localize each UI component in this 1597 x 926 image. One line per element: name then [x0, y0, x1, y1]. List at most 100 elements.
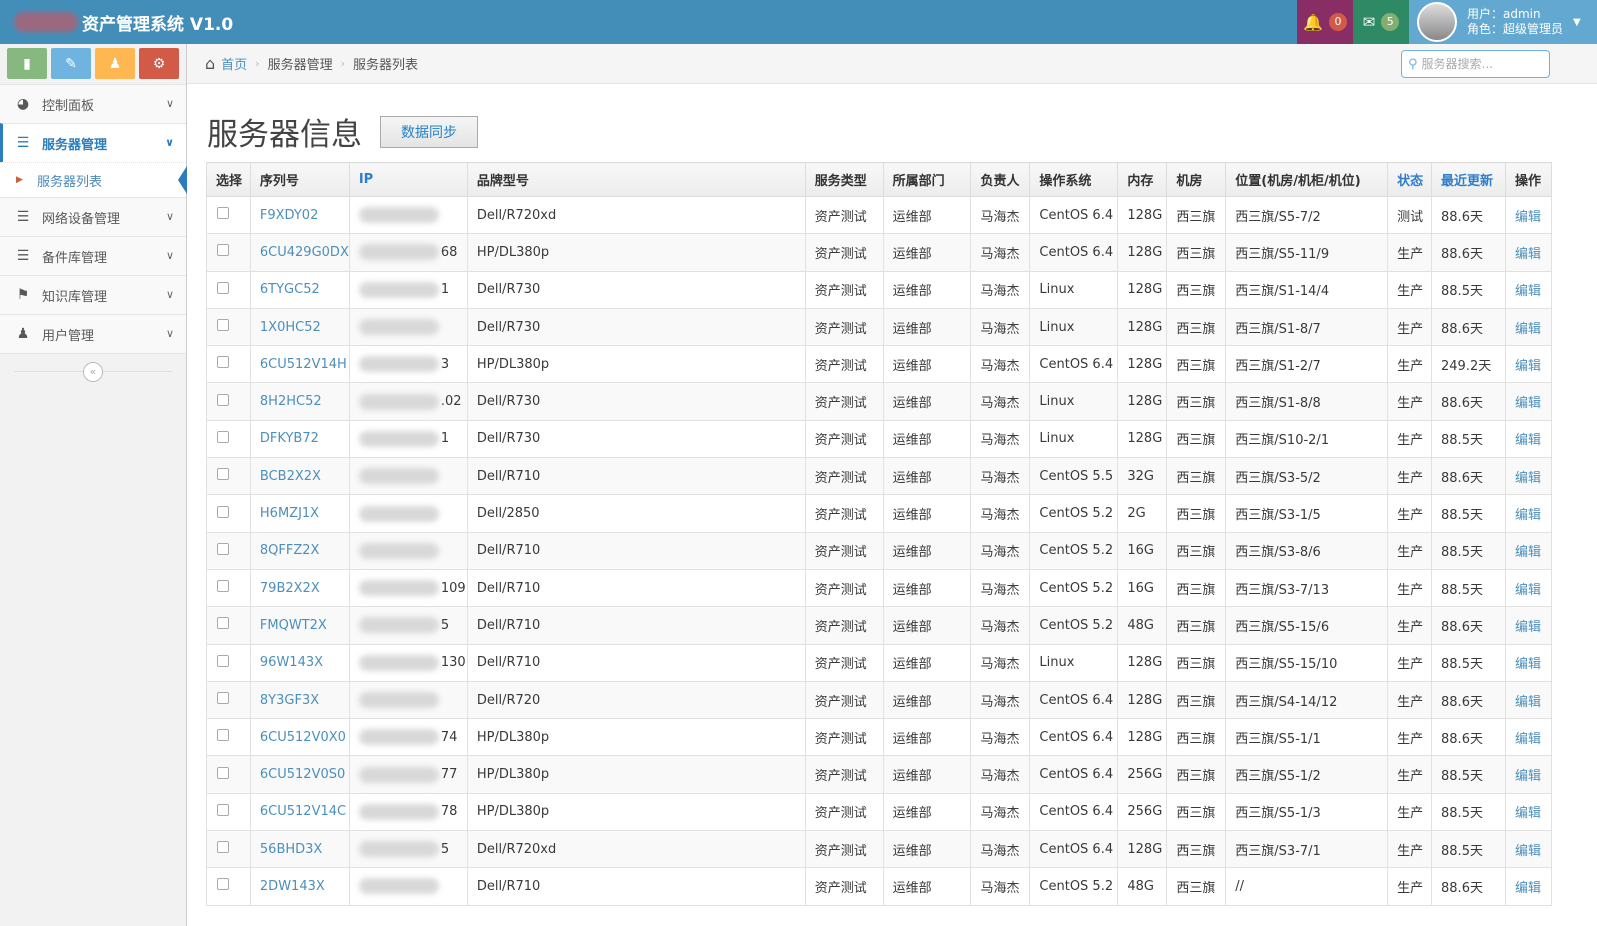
row-checkbox[interactable]	[217, 729, 229, 742]
cell-serial-number[interactable]: F9XDY02	[249, 195, 350, 235]
cell-service-type: 资产测试	[804, 755, 884, 794]
cell-edit-link[interactable]: 编辑	[1504, 680, 1553, 720]
user-menu[interactable]: 用户：admin 角色：超级管理员 ▼	[1409, 0, 1597, 44]
cell-serial-number[interactable]: 6CU512V14C	[249, 792, 350, 832]
data-sync-button[interactable]: 数据同步	[380, 115, 478, 148]
chart-shortcut-button[interactable]: ▮	[7, 48, 47, 79]
server-search-box[interactable]: ⚲	[1401, 50, 1550, 78]
cell-serial-number[interactable]: 56BHD3X	[249, 830, 350, 869]
cell-edit-link[interactable]: 编辑	[1504, 830, 1553, 869]
sidebar-subitem-server-list[interactable]: ▶ 服务器列表	[0, 162, 187, 197]
column-header-last-updated[interactable]: 最近更新	[1431, 162, 1506, 197]
cell-edit-link[interactable]: 编辑	[1504, 419, 1553, 459]
redacted-ip	[358, 468, 439, 485]
cell-edit-link[interactable]: 编辑	[1504, 345, 1553, 384]
cell-serial-number[interactable]: 6CU512V14H	[249, 345, 350, 384]
sidebar-item-label: 备件库管理	[42, 250, 108, 266]
notifications-button[interactable]: 🔔 0	[1297, 0, 1353, 44]
row-checkbox[interactable]	[217, 319, 229, 332]
row-checkbox[interactable]	[217, 803, 229, 816]
cell-serial-number[interactable]: 8H2HC52	[249, 382, 350, 421]
column-header-status[interactable]: 状态	[1387, 162, 1433, 197]
row-checkbox[interactable]	[217, 393, 229, 406]
cell-edit-link[interactable]: 编辑	[1504, 270, 1553, 309]
cell-edit-link[interactable]: 编辑	[1504, 718, 1553, 757]
cell-datacenter: 西三旗	[1166, 867, 1227, 906]
sidebar-item-knowledge-base[interactable]: ⚑ 知识库管理 ∨	[0, 275, 186, 314]
messages-button[interactable]: ✉ 5	[1353, 0, 1409, 44]
cell-serial-number[interactable]: FMQWT2X	[249, 606, 350, 645]
row-checkbox[interactable]	[217, 766, 229, 779]
group-shortcut-button[interactable]: ♟	[95, 48, 135, 79]
row-checkbox[interactable]	[217, 617, 229, 630]
row-checkbox[interactable]	[217, 281, 229, 294]
row-checkbox[interactable]	[217, 841, 229, 854]
breadcrumb: ⌂ 首页 › 服务器管理 › 服务器列表	[187, 44, 1597, 84]
cell-edit-link[interactable]: 编辑	[1504, 195, 1553, 235]
sidebar-item-network-devices[interactable]: ☰ 网络设备管理 ∨	[0, 197, 186, 236]
cell-edit-link[interactable]: 编辑	[1504, 867, 1553, 906]
sidebar-item-dashboard[interactable]: ◕ 控制面板 ∨	[0, 84, 186, 123]
cell-location: 西三旗/S3-5/2	[1225, 457, 1389, 496]
cell-edit-link[interactable]: 编辑	[1504, 792, 1553, 832]
row-checkbox[interactable]	[217, 542, 229, 555]
cell-edit-link[interactable]: 编辑	[1504, 755, 1553, 794]
cell-model: Dell/R720	[466, 680, 806, 720]
cell-serial-number[interactable]: 8Y3GF3X	[249, 680, 350, 720]
row-checkbox[interactable]	[217, 692, 229, 704]
cell-serial-number[interactable]: 6CU512V0S0	[249, 755, 350, 794]
row-checkbox[interactable]	[217, 207, 229, 220]
column-header-ip[interactable]: IP	[348, 162, 468, 197]
cell-serial-number[interactable]: 6TYGC52	[249, 270, 350, 309]
sidebar-item-server-management[interactable]: ☰ 服务器管理 ∨	[0, 123, 186, 162]
cogs-shortcut-button[interactable]: ⚙	[139, 48, 179, 79]
cell-memory: 48G	[1117, 867, 1168, 906]
cell-edit-link[interactable]: 编辑	[1504, 233, 1553, 272]
cell-serial-number[interactable]: 2DW143X	[249, 867, 350, 906]
row-checkbox[interactable]	[217, 430, 229, 443]
cell-edit-link[interactable]: 编辑	[1504, 457, 1553, 496]
cell-serial-number[interactable]: 6CU429G0DX	[249, 233, 350, 272]
row-checkbox[interactable]	[217, 356, 229, 369]
row-checkbox[interactable]	[217, 654, 229, 667]
cell-serial-number[interactable]: 8QFFZ2X	[249, 531, 350, 570]
cell-edit-link[interactable]: 编辑	[1504, 307, 1553, 347]
column-header-os: 操作系统	[1029, 162, 1119, 197]
cell-edit-link[interactable]: 编辑	[1504, 494, 1553, 533]
cell-edit-link[interactable]: 编辑	[1504, 531, 1553, 570]
row-checkbox[interactable]	[217, 878, 229, 891]
notifications-badge: 0	[1328, 13, 1347, 31]
cell-serial-number[interactable]: 1X0HC52	[249, 307, 350, 347]
cell-department: 运维部	[882, 718, 972, 757]
cell-ip-address: 68	[348, 233, 468, 272]
redacted-ip	[358, 356, 439, 373]
cell-datacenter: 西三旗	[1166, 606, 1227, 645]
pencil-shortcut-button[interactable]: ✎	[51, 48, 91, 79]
cell-os: CentOS 6.4	[1029, 830, 1119, 869]
cell-edit-link[interactable]: 编辑	[1504, 382, 1553, 421]
cell-edit-link[interactable]: 编辑	[1504, 606, 1553, 645]
brand[interactable]: 资产管理系统 V1.0	[14, 0, 233, 44]
cell-service-type: 资产测试	[804, 606, 884, 645]
row-checkbox[interactable]	[217, 580, 229, 593]
cell-serial-number[interactable]: BCB2X2X	[249, 457, 350, 496]
cell-edit-link[interactable]: 编辑	[1504, 568, 1553, 608]
collapse-sidebar-button[interactable]: «	[83, 362, 103, 382]
cell-serial-number[interactable]: 79B2X2X	[249, 568, 350, 608]
sidebar-item-user-management[interactable]: ♟ 用户管理 ∨	[0, 314, 186, 353]
row-checkbox[interactable]	[217, 244, 229, 257]
cell-department: 运维部	[882, 830, 972, 869]
ip-visible-suffix: 74	[440, 729, 458, 745]
cell-serial-number[interactable]: 96W143X	[249, 643, 350, 682]
page-header: 服务器信息 数据同步	[207, 109, 478, 154]
sidebar-item-spare-parts[interactable]: ☰ 备件库管理 ∨	[0, 236, 186, 275]
cell-service-type: 资产测试	[804, 382, 884, 421]
row-checkbox[interactable]	[217, 505, 229, 518]
cell-edit-link[interactable]: 编辑	[1504, 643, 1553, 682]
row-checkbox[interactable]	[217, 468, 229, 481]
cell-serial-number[interactable]: H6MZJ1X	[249, 494, 350, 533]
search-input[interactable]	[1421, 57, 1540, 71]
breadcrumb-home-link[interactable]: 首页	[221, 54, 247, 73]
cell-serial-number[interactable]: DFKYB72	[249, 419, 350, 459]
cell-serial-number[interactable]: 6CU512V0X0	[249, 718, 350, 757]
